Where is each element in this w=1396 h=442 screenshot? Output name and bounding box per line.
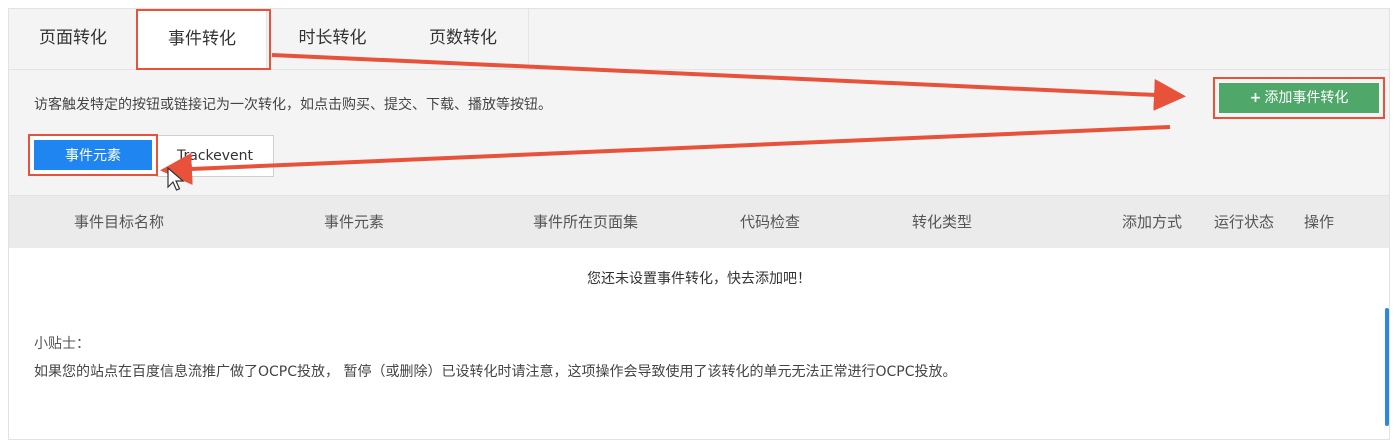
column-event-target-name: 事件目标名称 (74, 213, 165, 231)
column-actions: 操作 (1304, 213, 1335, 231)
column-event-element: 事件元素 (324, 213, 385, 231)
event-conversion-description: 访客触发特定的按钮或链接记为一次转化，如点击购买、提交、下载、播放等按钮。 (34, 97, 552, 113)
plus-icon: + (1249, 90, 1262, 106)
column-conversion-type: 转化类型 (912, 213, 973, 231)
tab-page-conversion[interactable]: 页面转化 (9, 9, 138, 68)
empty-state-message: 您还未设置事件转化，快去添加吧！ (587, 271, 811, 287)
tab-highlight-box (136, 9, 271, 70)
table-body: 您还未设置事件转化，快去添加吧！ 小贴士： 如果您的站点在百度信息流推广做了OC… (9, 248, 1389, 439)
add-event-conversion-label: 添加事件转化 (1264, 90, 1349, 106)
tips-title: 小贴士： (34, 336, 90, 352)
conversion-panel: 页面转化 事件转化 时长转化 页数转化 访客触发特定的按钮或链接记为一次转化，如… (8, 8, 1390, 440)
column-run-status: 运行状态 (1214, 213, 1275, 231)
tips-text: 如果您的站点在百度信息流推广做了OCPC投放， 暂停（或删除）已设转化时请注意，… (34, 364, 957, 380)
add-event-conversion-button[interactable]: + 添加事件转化 (1213, 77, 1385, 119)
tab-duration-conversion[interactable]: 时长转化 (267, 9, 399, 68)
mouse-cursor-icon (167, 167, 185, 191)
column-code-check: 代码检查 (740, 213, 801, 231)
vertical-scrollbar[interactable] (1385, 308, 1389, 426)
subtab-event-element[interactable]: 事件元素 (28, 134, 158, 176)
column-event-page-set: 事件所在页面集 (533, 213, 639, 231)
subtab-event-element-label: 事件元素 (34, 140, 152, 170)
tab-pages-conversion[interactable]: 页数转化 (398, 9, 529, 68)
column-add-method: 添加方式 (1122, 213, 1183, 231)
table-header: 事件目标名称 事件元素 事件所在页面集 代码检查 转化类型 添加方式 运行状态 … (9, 195, 1389, 249)
